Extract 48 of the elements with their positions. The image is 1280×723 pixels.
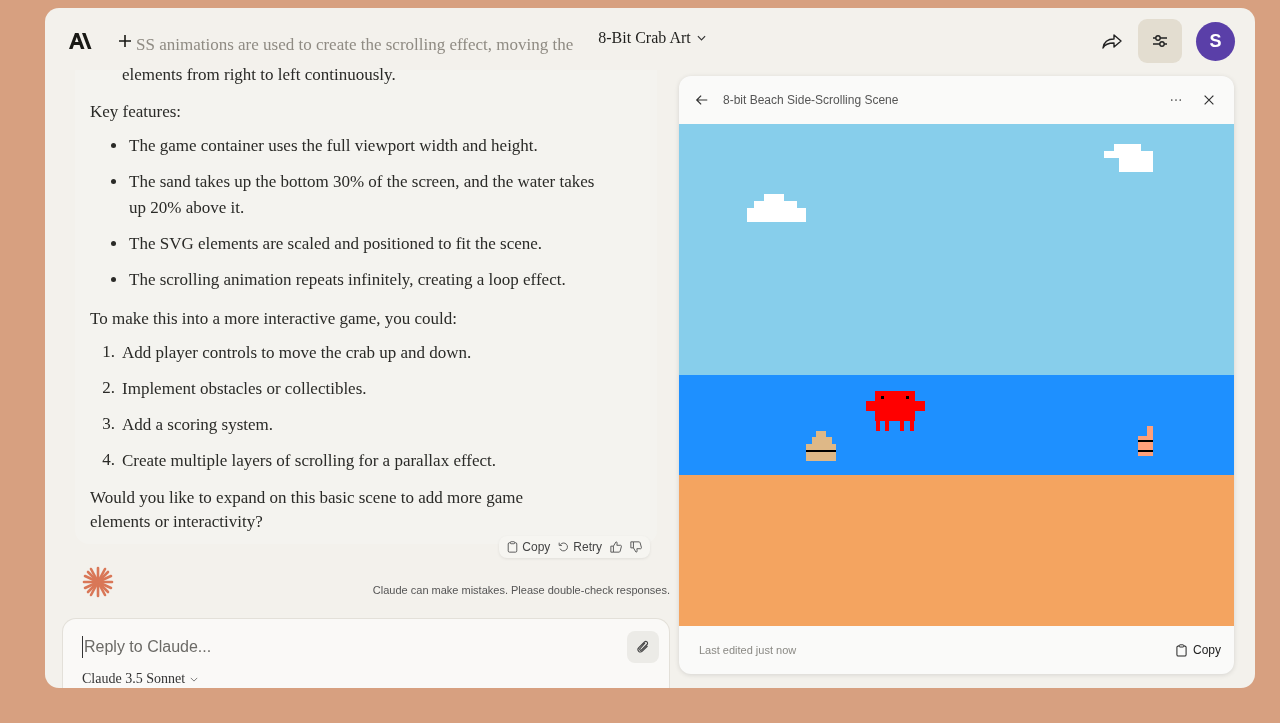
thumbs-down-icon[interactable] <box>630 541 642 553</box>
message-text: SS animations are used to create the scrolling effect, moving the <box>136 35 574 55</box>
plus-icon[interactable] <box>118 34 132 48</box>
list-item-text: Add a scoring system. <box>122 414 275 436</box>
clipboard-icon[interactable] <box>507 541 519 553</box>
list-number: 1. <box>101 341 116 363</box>
list-number: 4. <box>101 449 116 471</box>
bullet-icon <box>111 179 116 184</box>
bullet-icon <box>111 241 116 246</box>
list-item-text: The sand takes up the bottom 30% of the screen, and the water takes up 20% above it. <box>129 171 596 219</box>
close-icon[interactable] <box>1202 93 1216 107</box>
list-number: 2. <box>101 377 116 399</box>
list-item-text: Create multiple layers of scrolling for a parallax effect. <box>122 450 497 472</box>
attach-button[interactable] <box>627 631 659 663</box>
paperclip-icon[interactable] <box>635 639 651 655</box>
list-item-text: Add player controls to move the crab up and down. <box>122 342 473 364</box>
list-item-text: The SVG elements are scaled and positioned to fit the scene. <box>129 233 544 255</box>
message-text: elements from right to left continuously. <box>121 64 397 86</box>
copy-button[interactable]: Copy <box>1172 639 1225 661</box>
settings-button[interactable] <box>1138 19 1182 63</box>
bullet-icon <box>111 143 116 148</box>
message-text: Key features: <box>90 101 183 123</box>
logo-icon[interactable] <box>69 33 93 49</box>
chevron-down-icon[interactable] <box>696 35 706 41</box>
message-text: To make this into a more interactive game, you could: <box>90 308 459 330</box>
share-icon[interactable] <box>1102 33 1122 49</box>
user-avatar[interactable]: S <box>1196 21 1235 61</box>
model-selector[interactable]: Claude 3.5 Sonnet <box>82 671 199 687</box>
clipboard-icon[interactable] <box>1176 643 1187 657</box>
message-text: Would you like to expand on this basic scene to add more game elements or interactivity? <box>90 487 524 533</box>
bullet-icon <box>111 277 116 282</box>
last-edited-text: Last edited just now <box>699 644 797 656</box>
list-item-text: The game container uses the full viewport width and height. <box>129 135 539 157</box>
more-options-icon[interactable] <box>1170 98 1182 102</box>
reply-input-field[interactable]: Reply to Claude... <box>82 636 627 658</box>
back-arrow-icon[interactable] <box>695 93 709 107</box>
list-number: 3. <box>101 413 116 435</box>
disclaimer-text: Claude can make mistakes. Please double-check responses. <box>372 584 670 596</box>
list-item-text: Implement obstacles or collectibles. <box>122 378 368 400</box>
sparkle-logo-icon <box>82 566 114 598</box>
artifact-title: 8-bit Beach Side-Scrolling Scene <box>723 93 900 107</box>
thumbs-up-icon[interactable] <box>610 541 622 553</box>
copy-button[interactable]: Copy <box>507 540 551 554</box>
retry-button[interactable]: Retry <box>558 540 602 554</box>
reply-composer[interactable]: Reply to Claude... Claude 3.5 Sonnet <box>62 618 670 688</box>
chat-title-dropdown[interactable]: 8-Bit Crab Art <box>594 29 710 47</box>
list-item-text: The scrolling animation repeats infinitely, creating a loop effect. <box>129 269 567 291</box>
retry-icon[interactable] <box>558 541 570 553</box>
